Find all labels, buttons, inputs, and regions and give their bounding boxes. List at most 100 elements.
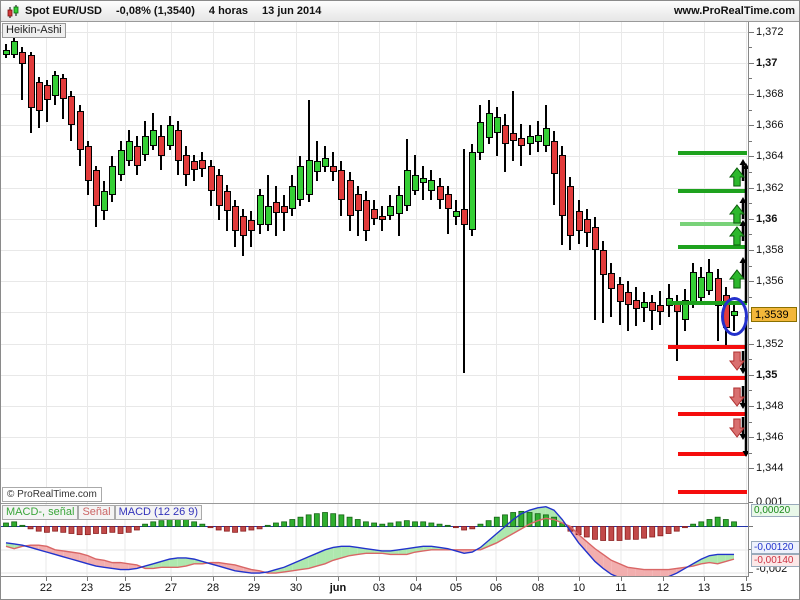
price-gridline [1,250,748,252]
candle-body [52,75,59,96]
candle-body [551,140,558,174]
macd-histogram-bar [19,524,26,527]
macd-histogram-bar [133,526,140,531]
macd-histogram-bar [428,522,435,527]
price-tick [749,31,754,33]
candle-body [510,133,517,141]
macd-histogram-bar [207,526,214,529]
candle-body [289,186,296,210]
macd-histogram-bar [60,526,67,533]
time-label: 12 [656,582,670,594]
macd-histogram-bar [731,521,737,527]
time-label: 11 [615,582,627,594]
macd-histogram-bar [338,514,345,527]
macd-senal-tab[interactable]: MACD-, señal [2,505,79,520]
macd-signal-fill [652,569,661,576]
macd-histogram-bar [706,519,713,527]
time-tick [338,577,339,581]
candle-body [608,273,615,290]
time-tick [663,577,664,581]
date-gridline [338,22,339,503]
candle-body [428,179,435,191]
macd-axis-tick [749,572,753,573]
candle-body [617,284,624,302]
time-label: 29 [247,582,261,594]
candle-body [248,220,255,232]
time-tick [538,577,539,581]
time-label: 08 [531,582,545,594]
senal-tab[interactable]: Señal [78,505,115,520]
price-label: 1,362 [756,181,784,194]
candle-body [600,250,607,275]
support-line [678,452,747,457]
time-tick [621,577,622,581]
site-link[interactable]: www.ProRealTime.com [674,5,795,17]
symbol-label[interactable]: Spot EUR/USD [25,5,102,17]
price-gridline [1,406,748,408]
macd-histogram-bar [436,523,443,527]
time-label: 22 [39,582,53,594]
macd-panel-surface[interactable]: MACD-, señal Señal MACD (12 26 9) [1,503,748,577]
time-tick [746,577,747,581]
date-gridline [213,22,214,503]
candle-body [281,206,288,213]
time-tick [296,577,297,581]
candle-wick [627,281,629,332]
macd-histogram-bar [371,522,378,527]
macd-histogram-bar [682,526,688,529]
price-axis[interactable]: 1,3539 1,372 1,37 1,368 1,366 1,364 1,362 1,36… [748,22,799,577]
candle-body [641,301,648,308]
candle-wick [512,90,514,162]
macd-legend: MACD-, señal Señal MACD (12 26 9) [2,505,203,520]
macd-histogram-bar [142,523,148,527]
macd-histogram-bar [665,526,672,534]
macd-histogram-bar [493,516,500,527]
candle-body [273,201,280,213]
time-label: 28 [206,582,220,594]
price-label: 1,366 [756,119,784,132]
time-label: 05 [449,582,463,594]
candle-body [412,175,419,191]
macd-histogram-bar [256,526,263,530]
candle-body [690,271,697,302]
time-axis[interactable]: 22 23 25 27 28 29 30 jun 03 04 05 06 08 10 11 12 13 15 [1,577,799,599]
time-label: 30 [289,582,303,594]
candle-body [68,95,75,126]
candle-body [625,292,632,305]
candle-body [19,51,26,65]
price-tick [749,94,754,96]
macd-value-badge: -0,00120 [751,541,799,554]
price-label: 1,36 [756,212,778,225]
candle-body [445,193,452,210]
time-label: 27 [164,582,178,594]
time-tick [456,577,457,581]
support-line [678,411,747,416]
candle-body [543,128,550,146]
support-line [678,375,747,380]
heikin-ashi-tab[interactable]: Heikin-Ashi [2,23,66,38]
macd-histogram-bar [44,526,50,533]
price-chart-surface[interactable] [1,22,748,503]
price-gridline [1,374,748,376]
candle-body [183,154,190,176]
macd-histogram-bar [641,526,647,539]
price-label: 1,344 [756,462,784,475]
date-gridline [379,22,380,503]
macd-histogram-bar [158,520,165,527]
macd-params-tab[interactable]: MACD (12 26 9) [114,505,203,520]
price-minor-tick [749,172,752,174]
resistance-line [680,221,747,226]
macd-histogram-bar [420,521,427,527]
macd-histogram-bar [289,519,296,527]
price-gridline [1,343,748,345]
candle-body [36,81,43,112]
macd-histogram-bar [403,520,410,527]
date-gridline [87,22,88,503]
price-tick [749,156,754,158]
candle-body [396,195,403,215]
price-minor-tick [749,452,752,454]
candle-body [224,190,231,212]
macd-histogram-bar [354,519,361,527]
time-label: 13 [697,582,711,594]
timeframe-label[interactable]: 4 horas [209,5,248,17]
